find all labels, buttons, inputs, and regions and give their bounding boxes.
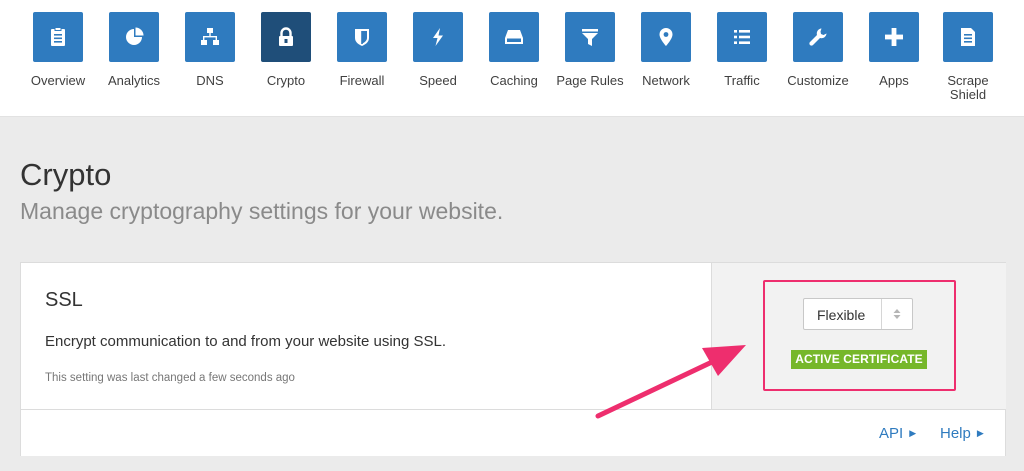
ssl-mode-select-value: Flexible [817, 307, 866, 323]
help-link[interactable]: Help ▶ [940, 425, 984, 442]
sitemap-icon [185, 12, 235, 62]
nav-label-speed: Speed [419, 73, 457, 88]
nav-item-overview[interactable]: Overview [20, 12, 96, 88]
nav-label-network: Network [642, 73, 690, 88]
shield-icon [337, 12, 387, 62]
nav-item-network[interactable]: Network [628, 12, 704, 88]
ssl-card-control-panel: Flexible ACTIVE CERTIFICATE [711, 263, 1006, 409]
list-icon [717, 12, 767, 62]
nav-label-traffic: Traffic [724, 73, 760, 88]
active-certificate-badge: ACTIVE CERTIFICATE [791, 350, 927, 369]
top-navigation: Overview Analytics DNS Crypto Firewall S… [0, 0, 1024, 117]
ssl-card-title: SSL [45, 289, 83, 311]
help-link-label: Help [940, 425, 971, 442]
nav-label-analytics: Analytics [107, 73, 161, 88]
nav-item-traffic[interactable]: Traffic [704, 12, 780, 88]
api-link-label: API [879, 425, 904, 442]
document-icon [943, 12, 993, 62]
nav-label-scrape-shield: Scrape Shield [947, 73, 989, 102]
nav-item-speed[interactable]: Speed [400, 12, 476, 88]
ssl-card-description: Encrypt communication to and from your w… [45, 333, 447, 350]
filter-icon [565, 12, 615, 62]
nav-label-firewall: Firewall [339, 73, 385, 88]
caret-right-icon: ▶ [909, 428, 917, 438]
nav-item-scrape-shield[interactable]: Scrape Shield [930, 12, 1006, 102]
nav-item-crypto[interactable]: Crypto [248, 12, 324, 88]
nav-item-apps[interactable]: Apps [856, 12, 932, 88]
lock-icon [261, 12, 311, 62]
ssl-last-changed: This setting was last changed a few seco… [45, 372, 295, 384]
api-link[interactable]: API ▶ [879, 425, 916, 442]
wrench-icon [793, 12, 843, 62]
main-content: Crypto Manage cryptography settings for … [0, 117, 1024, 471]
pie-chart-icon [109, 12, 159, 62]
page-title: Crypto [20, 157, 112, 192]
nav-item-customize[interactable]: Customize [780, 12, 856, 88]
nav-item-caching[interactable]: Caching [476, 12, 552, 88]
annotation-highlight-box [763, 280, 956, 391]
hard-drive-icon [489, 12, 539, 62]
ssl-mode-select[interactable]: Flexible [803, 298, 913, 330]
ssl-card-body: SSL Encrypt communication to and from yo… [21, 263, 711, 409]
nav-item-firewall[interactable]: Firewall [324, 12, 400, 88]
nav-label-caching: Caching [490, 73, 538, 88]
map-pin-icon [641, 12, 691, 62]
caret-right-icon: ▶ [976, 428, 984, 438]
page-subtitle: Manage cryptography settings for your we… [20, 198, 504, 224]
nav-label-crypto: Crypto [266, 73, 306, 88]
nav-label-overview: Overview [30, 73, 86, 88]
nav-item-page-rules[interactable]: Page Rules [552, 12, 628, 88]
nav-label-page-rules: Page Rules [556, 73, 624, 88]
nav-label-dns: DNS [196, 73, 224, 88]
plus-icon [869, 12, 919, 62]
nav-item-dns[interactable]: DNS [172, 12, 248, 88]
ssl-card: SSL Encrypt communication to and from yo… [20, 262, 1006, 456]
nav-label-apps: Apps [879, 73, 909, 88]
lightning-icon [413, 12, 463, 62]
ssl-card-footer: API ▶ Help ▶ [21, 409, 1005, 456]
clipboard-icon [33, 12, 83, 62]
select-arrows-icon [881, 299, 912, 329]
nav-label-customize: Customize [787, 73, 849, 88]
nav-item-analytics[interactable]: Analytics [96, 12, 172, 88]
